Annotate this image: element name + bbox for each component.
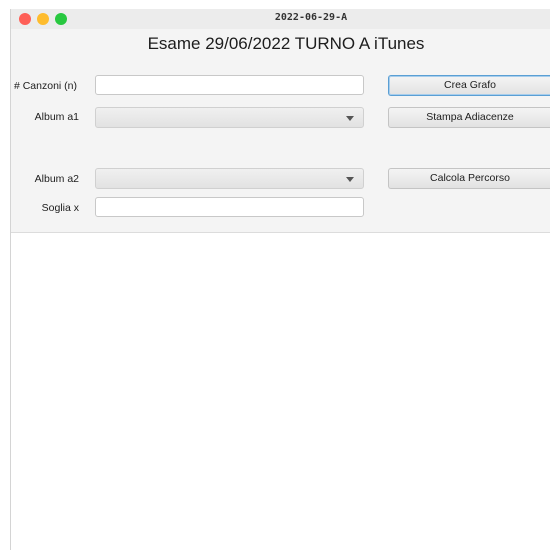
print-adjacent-button[interactable]: Stampa Adiacenze bbox=[388, 107, 550, 128]
page-title: Esame 29/06/2022 TURNO A iTunes bbox=[147, 34, 425, 53]
window-title: 2022-06-29-A bbox=[274, 12, 348, 23]
threshold-input[interactable] bbox=[95, 197, 364, 217]
chevron-down-icon bbox=[346, 177, 354, 182]
controls-panel: Esame 29/06/2022 TURNO A iTunes # Canzon… bbox=[11, 29, 550, 233]
create-graph-button[interactable]: Crea Grafo bbox=[388, 75, 550, 96]
chevron-down-icon bbox=[346, 116, 354, 121]
output-textarea[interactable] bbox=[11, 233, 550, 550]
album1-label: Album a1 bbox=[34, 111, 79, 123]
num-songs-input[interactable] bbox=[95, 75, 364, 95]
num-songs-label: # Canzoni (n) bbox=[13, 80, 77, 92]
title-bar[interactable]: 2022-06-29-A bbox=[11, 9, 550, 29]
album2-label: Album a2 bbox=[34, 173, 79, 185]
album1-combobox[interactable] bbox=[95, 107, 364, 128]
compute-path-button[interactable]: Calcola Percorso bbox=[388, 168, 550, 189]
threshold-label: Soglia x bbox=[41, 202, 79, 214]
app-window: 2022-06-29-A Esame 29/06/2022 TURNO A iT… bbox=[10, 9, 550, 550]
album2-combobox[interactable] bbox=[95, 168, 364, 189]
